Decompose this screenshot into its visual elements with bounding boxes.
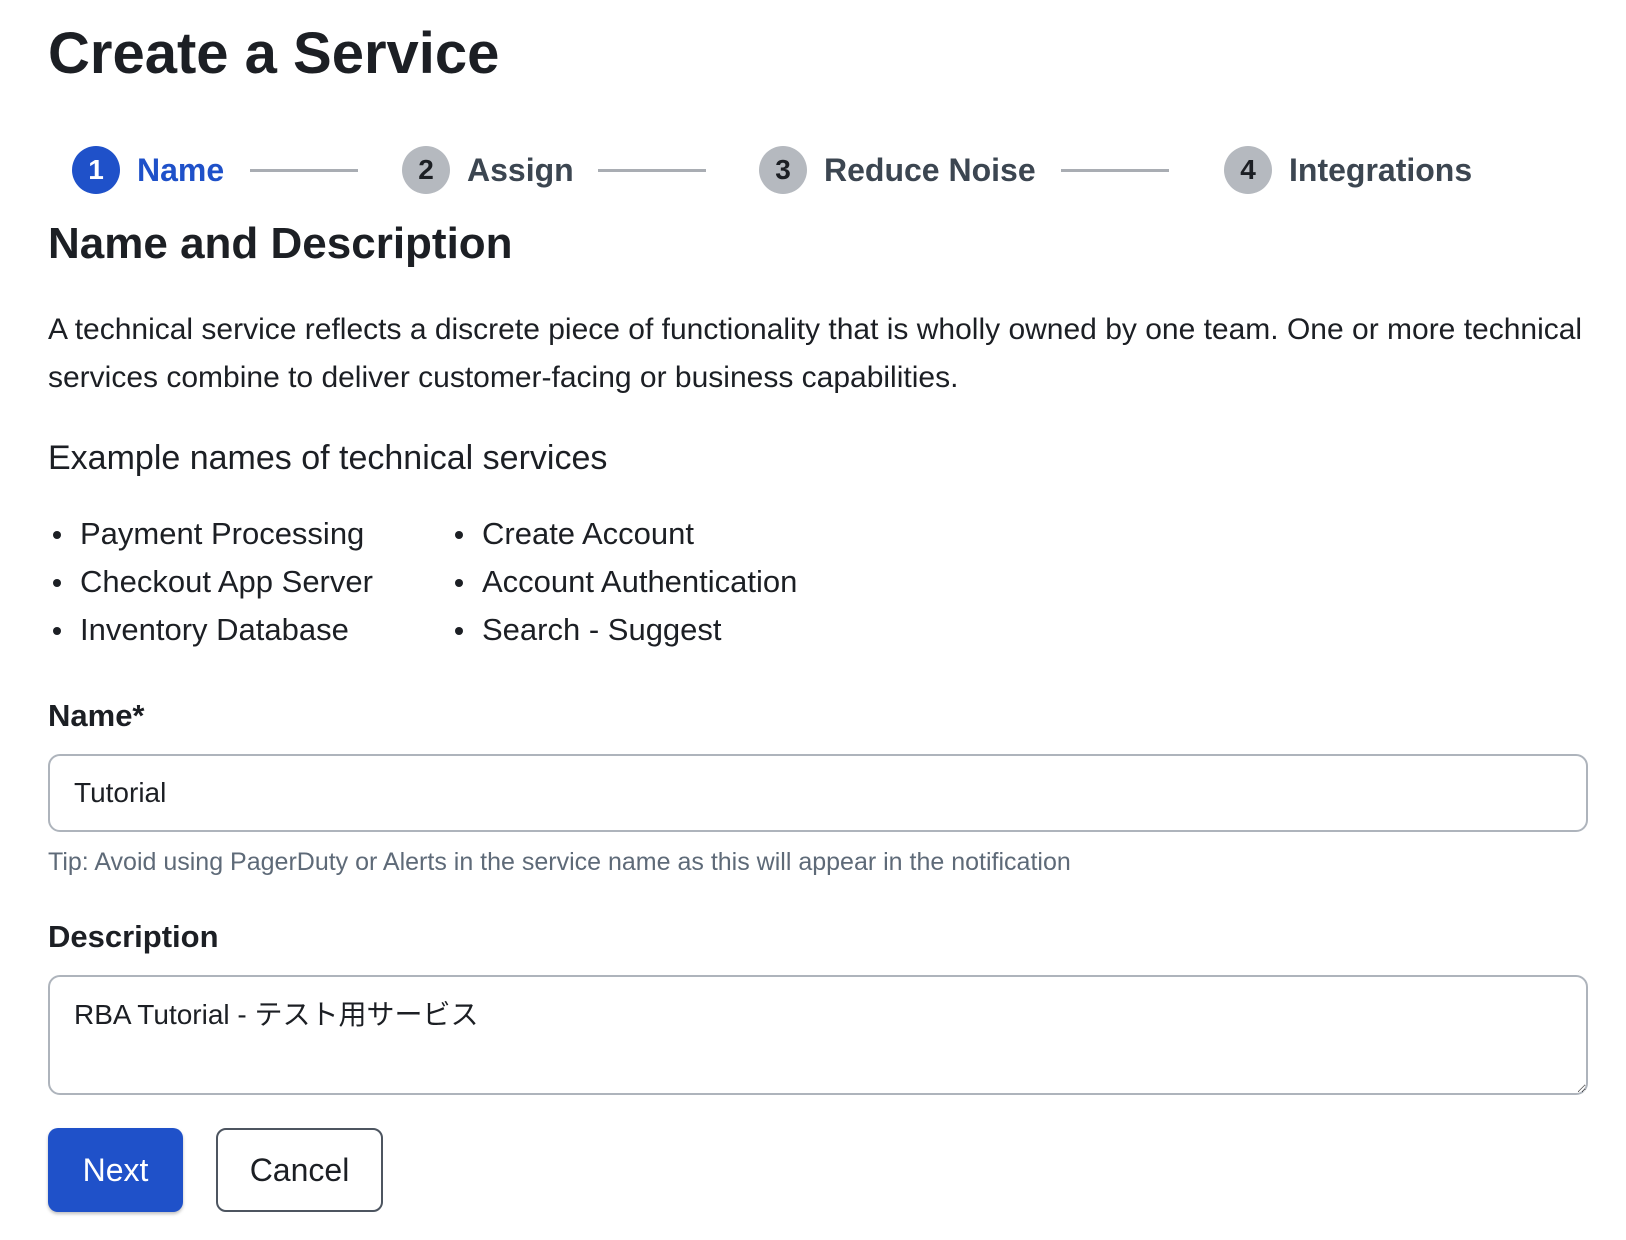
step-number-badge: 4 [1224, 146, 1272, 194]
step-assign[interactable]: 2 Assign [402, 144, 574, 196]
step-connector [1061, 169, 1169, 172]
example-list: Payment Processing Checkout App Server I… [48, 510, 373, 654]
list-item: Payment Processing [48, 510, 373, 558]
step-reduce-noise[interactable]: 3 Reduce Noise [759, 144, 1036, 196]
name-input[interactable] [48, 754, 1588, 832]
list-item: Search - Suggest [450, 606, 797, 654]
list-item: Inventory Database [48, 606, 373, 654]
list-item: Create Account [450, 510, 797, 558]
list-item: Account Authentication [450, 558, 797, 606]
step-number-badge: 1 [72, 146, 120, 194]
intro-text: A technical service reflects a discrete … [48, 313, 1583, 394]
example-list: Create Account Account Authentication Se… [450, 510, 797, 654]
step-label: Reduce Noise [824, 151, 1036, 188]
name-tip: Tip: Avoid using PagerDuty or Alerts in … [48, 848, 1071, 876]
cancel-button[interactable]: Cancel [216, 1128, 383, 1212]
step-connector [250, 169, 358, 172]
step-number-badge: 2 [402, 146, 450, 194]
description-label: Description [48, 919, 219, 954]
section-title: Name and Description [48, 219, 513, 268]
list-item: Checkout App Server [48, 558, 373, 606]
next-button[interactable]: Next [48, 1128, 183, 1212]
step-name[interactable]: 1 Name [72, 144, 224, 196]
examples-heading: Example names of technical services [48, 439, 608, 477]
name-label: Name* [48, 698, 145, 733]
step-connector [598, 169, 706, 172]
description-textarea[interactable]: RBA Tutorial - テスト用サービス [48, 975, 1588, 1095]
page-title: Create a Service [48, 21, 500, 86]
step-integrations[interactable]: 4 Integrations [1224, 144, 1472, 196]
stepper: 1 Name 2 Assign 3 Reduce Noise 4 Integra… [72, 144, 1552, 196]
step-label: Integrations [1289, 151, 1473, 188]
step-label: Assign [467, 151, 574, 188]
step-label: Name [137, 151, 225, 188]
step-number-badge: 3 [759, 146, 807, 194]
